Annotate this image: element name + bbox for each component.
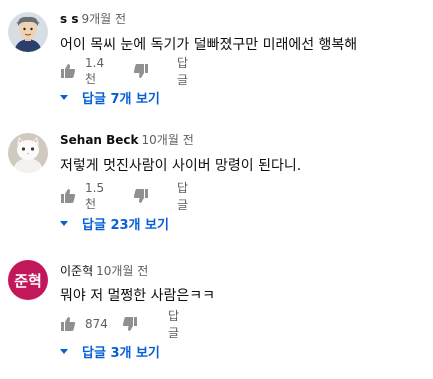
caret-down-icon <box>60 220 68 226</box>
like-button[interactable]: 1.4천 <box>60 56 104 86</box>
avatar-letter: 준혁 <box>14 271 42 290</box>
thumbs-up-icon <box>60 63 76 79</box>
caret-down-icon <box>60 94 68 100</box>
comment-header: s s 9개월 전 <box>60 10 126 27</box>
thumbs-up-icon <box>60 316 76 332</box>
comment-time[interactable]: 10개월 전 <box>96 264 148 278</box>
reply-button[interactable]: 답글 <box>168 309 179 340</box>
comment-text: 어이 목씨 눈에 독기가 덜빠졌구만 미래에선 행복해 <box>60 37 358 53</box>
like-count: 1.5천 <box>85 180 105 211</box>
comment-header: 이준혁 10개월 전 <box>60 262 148 279</box>
thumbs-down-icon <box>133 188 149 204</box>
view-replies-button[interactable]: 답글 3개 보기 <box>60 341 160 361</box>
dislike-button[interactable] <box>133 61 149 81</box>
view-replies-label: 답글 23개 보기 <box>82 217 169 233</box>
like-button[interactable]: 874 <box>60 314 108 334</box>
view-replies-label: 답글 3개 보기 <box>82 345 160 361</box>
comment-time[interactable]: 10개월 전 <box>142 133 194 147</box>
comment-text: 저렇게 멋진사람이 사이버 망령이 된다니. <box>60 158 302 174</box>
comment-text: 뭐야 저 멀쩡한 사람은ㅋㅋ <box>60 288 216 304</box>
reply-button[interactable]: 답글 <box>177 56 188 87</box>
reply-button[interactable]: 답글 <box>177 181 188 212</box>
thumbs-down-icon <box>122 316 138 332</box>
dislike-button[interactable] <box>122 314 138 334</box>
white-cat-avatar-icon[interactable] <box>8 133 48 173</box>
like-button[interactable]: 1.5천 <box>60 181 104 211</box>
dislike-button[interactable] <box>133 186 149 206</box>
thumbs-down-icon <box>133 63 149 79</box>
view-replies-button[interactable]: 답글 23개 보기 <box>60 213 169 233</box>
like-count: 874 <box>85 317 108 331</box>
comment-author[interactable]: 이준혁 <box>60 264 93 278</box>
like-count: 1.4천 <box>85 55 105 86</box>
view-replies-button[interactable]: 답글 7개 보기 <box>60 87 160 107</box>
avatar[interactable]: 준혁 <box>8 260 48 300</box>
comment-time[interactable]: 9개월 전 <box>81 12 126 26</box>
cartoon-person-avatar-icon[interactable] <box>8 12 48 52</box>
comment-author[interactable]: Sehan Beck <box>60 133 139 147</box>
comment-header: Sehan Beck 10개월 전 <box>60 131 194 148</box>
thumbs-up-icon <box>60 188 76 204</box>
caret-down-icon <box>60 348 68 354</box>
view-replies-label: 답글 7개 보기 <box>82 91 160 107</box>
comment-author[interactable]: s s <box>60 12 78 26</box>
